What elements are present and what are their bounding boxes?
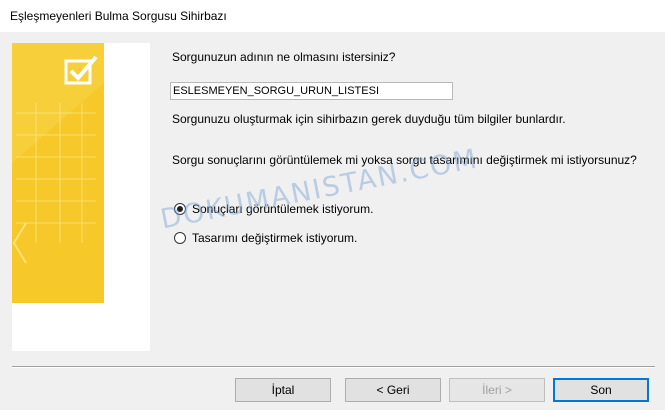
view-results-radio[interactable] — [174, 203, 186, 215]
cancel-button[interactable]: İptal — [235, 378, 331, 402]
wizard-side-panel — [12, 43, 150, 351]
query-name-question: Sorgunuzun adının ne olmasını istersiniz… — [172, 50, 396, 64]
window-title: Eşleşmeyenleri Bulma Sorgusu Sihirbazı — [10, 9, 227, 23]
footer-separator — [12, 366, 655, 368]
query-name-input[interactable] — [170, 82, 453, 100]
modify-design-radio[interactable] — [174, 232, 186, 244]
back-button[interactable]: < Geri — [345, 378, 441, 402]
title-bar: Eşleşmeyenleri Bulma Sorgusu Sihirbazı — [0, 0, 665, 32]
modify-design-option[interactable]: Tasarımı değiştirmek istiyorum. — [174, 231, 357, 245]
view-results-label: Sonuçları görüntülemek istiyorum. — [192, 202, 374, 216]
finish-button[interactable]: Son — [553, 378, 649, 402]
wizard-banner — [12, 43, 104, 303]
view-option-question: Sorgu sonuçlarını görüntülemek mi yoksa … — [172, 153, 637, 167]
modify-design-label: Tasarımı değiştirmek istiyorum. — [192, 231, 358, 245]
next-button[interactable]: İleri > — [449, 378, 545, 402]
view-results-option[interactable]: Sonuçları görüntülemek istiyorum. — [174, 202, 373, 216]
checklist-icon — [64, 55, 98, 85]
wizard-info-text: Sorgunuzu oluşturmak için sihirbazın ger… — [172, 112, 566, 126]
